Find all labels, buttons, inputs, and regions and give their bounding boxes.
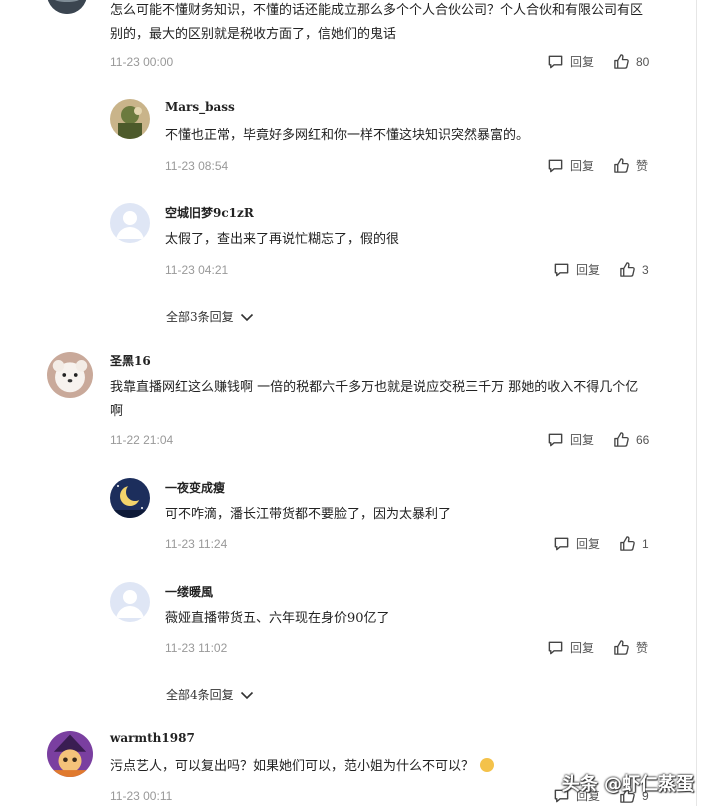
reply-button[interactable]: 回复 [547, 157, 594, 174]
comment-time: 11-23 11:02 [165, 641, 228, 655]
comment-text: 不懂也正常，毕竟好多网红和你一样不懂这块知识突然暴富的。 [165, 128, 530, 143]
like-count: 3 [642, 262, 649, 277]
reply-button[interactable]: 回复 [547, 431, 594, 448]
reply-label: 回复 [576, 263, 601, 277]
thumbs-up-icon [614, 432, 629, 447]
avatar[interactable] [110, 99, 150, 139]
avatar[interactable] [110, 478, 150, 518]
reply-button[interactable]: 回复 [553, 261, 600, 278]
reply-label: 回复 [570, 641, 595, 655]
username[interactable]: Mars_bass [165, 100, 235, 114]
reply-button[interactable]: 回复 [547, 53, 594, 70]
comment-time: 11-23 00:00 [110, 55, 174, 69]
expand-replies-label: 全部4条回复 [166, 688, 234, 702]
comment-time: 11-23 08:54 [165, 159, 229, 173]
avatar[interactable] [47, 0, 87, 14]
comment-bubble-icon [548, 159, 563, 173]
like-button[interactable]: 赞 [613, 157, 648, 174]
avatar[interactable] [110, 203, 150, 243]
username[interactable]: 圣黑16 [110, 352, 151, 369]
like-button[interactable]: 3 [619, 261, 649, 278]
expand-replies-label: 全部3条回复 [166, 310, 234, 324]
like-button[interactable]: 赞 [613, 639, 648, 656]
like-button[interactable]: 66 [613, 431, 649, 448]
comment-text: 薇娅直播带货五、六年现在身价90亿了 [165, 611, 390, 626]
comment-text: 我靠直播网红这么赚钱啊 一倍的税都六千多万也就是说应交税三千万 那她的收入不得几… [110, 380, 639, 419]
comment-bubble-icon [554, 263, 569, 277]
reply-label: 回复 [576, 537, 601, 551]
username[interactable]: 一夜变成瘦 [165, 479, 225, 496]
like-count: 66 [636, 432, 650, 447]
like-count: 1 [642, 536, 649, 551]
reply-button[interactable]: 回复 [547, 639, 594, 656]
thumbs-up-icon [614, 54, 629, 69]
reply-button[interactable]: 回复 [553, 535, 600, 552]
username[interactable]: warmth1987 [110, 731, 195, 745]
like-count: 赞 [636, 159, 649, 173]
chevron-down-icon [240, 691, 253, 699]
comment-time: 11-23 04:21 [165, 263, 229, 277]
username[interactable]: 一缕暖風 [165, 583, 213, 600]
like-button[interactable]: 80 [613, 53, 649, 70]
reply-label: 回复 [570, 55, 595, 69]
comment-text: 可不咋滴，潘长江带货都不要脸了，因为太暴利了 [165, 507, 452, 522]
comment-text-content: 污点艺人，可以复出吗？如果她们可以，范小姐为什么不可以？ [110, 759, 475, 774]
comment-bubble-icon [548, 433, 563, 447]
comment-time: 11-22 21:04 [110, 433, 174, 447]
comment-text: 怎么可能不懂财务知识，不懂的话还能成立那么多个个人合伙公司？个人合伙和有限公司有… [110, 3, 644, 42]
like-count: 80 [636, 54, 650, 69]
expand-replies-link[interactable]: 全部3条回复 [166, 308, 254, 325]
avatar[interactable] [47, 731, 93, 777]
like-count: 赞 [636, 641, 649, 655]
comment-time: 11-23 00:11 [110, 789, 173, 803]
thumbs-up-icon [614, 640, 629, 655]
like-button[interactable]: 1 [619, 535, 649, 552]
thinking-emoji-icon [480, 758, 495, 772]
reply-label: 回复 [570, 159, 595, 173]
reply-label: 回复 [570, 433, 595, 447]
comment-bubble-icon [548, 641, 563, 655]
thumbs-up-icon [620, 536, 635, 551]
avatar[interactable] [47, 352, 93, 398]
avatar[interactable] [110, 582, 150, 622]
comment-text: 太假了，查出来了再说忙糊忘了，假的很 [165, 232, 400, 247]
chevron-down-icon [240, 313, 253, 321]
thumbs-up-icon [620, 262, 635, 277]
thumbs-up-icon [614, 158, 629, 173]
expand-replies-link[interactable]: 全部4条回复 [166, 686, 254, 703]
comment-bubble-icon [548, 55, 563, 69]
comment-bubble-icon [554, 537, 569, 551]
scroll-divider [696, 0, 697, 806]
username[interactable]: 空城旧梦9c1zR [165, 204, 254, 221]
watermark: 头条 @虾仁蒸蛋 [561, 774, 694, 795]
comment-time: 11-23 11:24 [165, 537, 228, 551]
